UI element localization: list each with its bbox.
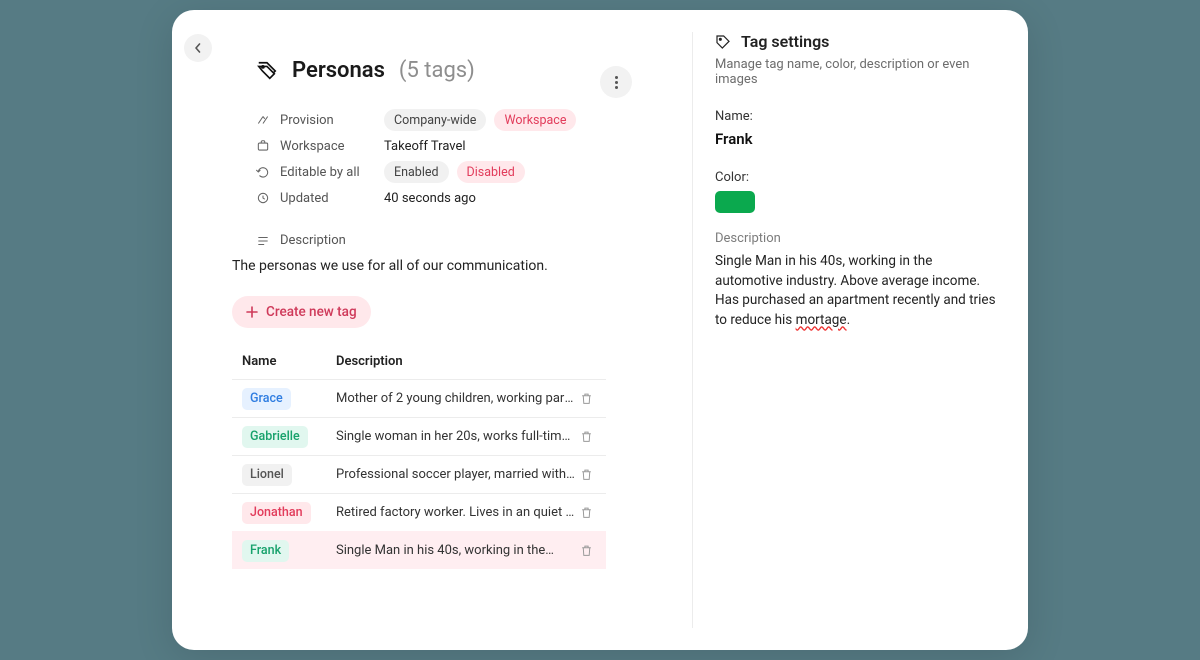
- row-description: Professional soccer player, married with…: [336, 467, 576, 482]
- name-field-label: Name:: [715, 109, 998, 124]
- tag-chip: Frank: [242, 540, 289, 562]
- delete-row-button[interactable]: [576, 468, 596, 481]
- table-row[interactable]: Frank Single Man in his 40s, working in t…: [232, 531, 606, 569]
- delete-row-button[interactable]: [576, 506, 596, 519]
- editable-icon: [256, 165, 270, 179]
- tag-table: Name Description Grace Mother of 2 young …: [232, 354, 606, 569]
- color-field-label: Color:: [715, 170, 998, 185]
- provision-label: Provision: [280, 113, 334, 128]
- plus-icon: [246, 306, 258, 318]
- table-header-description: Description: [336, 354, 596, 369]
- color-swatch[interactable]: [715, 191, 755, 213]
- panel-title: Tag settings: [741, 32, 829, 51]
- row-description: Retired factory worker. Lives in an quie…: [336, 505, 576, 520]
- tag-chip: Jonathan: [242, 502, 311, 524]
- provision-pill[interactable]: Company-wide: [384, 109, 486, 131]
- editable-pill[interactable]: Disabled: [457, 161, 525, 183]
- description-field-value[interactable]: Single Man in his 40s, working in the au…: [715, 252, 998, 330]
- provision-value: Company-wide Workspace: [384, 109, 584, 131]
- description-icon: [256, 234, 270, 248]
- editable-value: Enabled Disabled: [384, 161, 533, 183]
- delete-row-button[interactable]: [576, 430, 596, 443]
- updated-value: 40 seconds ago: [384, 191, 476, 206]
- table-row[interactable]: Jonathan Retired factory worker. Lives in…: [232, 493, 606, 531]
- page-title: Personas: [292, 58, 385, 83]
- name-field-value[interactable]: Frank: [715, 130, 998, 148]
- row-description: Single woman in her 20s, works full-time…: [336, 429, 576, 444]
- provision-icon: [256, 113, 270, 127]
- create-tag-label: Create new tag: [266, 304, 357, 320]
- workspace-icon: [256, 139, 270, 153]
- description-field-label: Description: [715, 231, 998, 246]
- provision-pill[interactable]: Workspace: [494, 109, 576, 131]
- table-header-name: Name: [242, 354, 336, 369]
- workspace-value: Takeoff Travel: [384, 139, 466, 154]
- updated-icon: [256, 191, 270, 205]
- tags-icon: [256, 60, 278, 82]
- tag-chip: Gabrielle: [242, 426, 308, 448]
- tag-chip: Lionel: [242, 464, 292, 486]
- tag-count: (5 tags): [399, 58, 475, 83]
- row-description: Mother of 2 young children, working part…: [336, 391, 576, 406]
- create-tag-button[interactable]: Create new tag: [232, 296, 371, 328]
- delete-row-button[interactable]: [576, 544, 596, 557]
- panel-subtitle: Manage tag name, color, description or e…: [715, 57, 998, 87]
- table-row[interactable]: Lionel Professional soccer player, marrie…: [232, 455, 606, 493]
- tag-chip: Grace: [242, 388, 291, 410]
- description-label: Description: [280, 233, 346, 248]
- workspace-label: Workspace: [280, 139, 345, 154]
- editable-label: Editable by all: [280, 165, 360, 180]
- more-icon: [615, 76, 618, 89]
- table-row[interactable]: Gabrielle Single woman in her 20s, works …: [232, 417, 606, 455]
- description-text: The personas we use for all of our commu…: [232, 258, 692, 274]
- editable-pill[interactable]: Enabled: [384, 161, 449, 183]
- tag-icon: [715, 34, 731, 50]
- table-row[interactable]: Grace Mother of 2 young children, working…: [232, 379, 606, 417]
- updated-label: Updated: [280, 191, 329, 206]
- delete-row-button[interactable]: [576, 392, 596, 405]
- more-options-button[interactable]: [600, 66, 632, 98]
- row-description: Single Man in his 40s, working in the…: [336, 543, 576, 558]
- spelling-error: mortage: [796, 312, 847, 328]
